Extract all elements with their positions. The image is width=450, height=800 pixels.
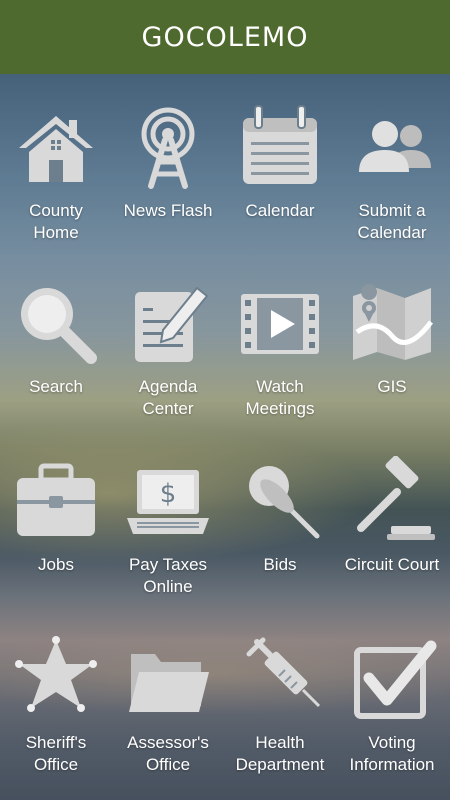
tile-label: Submit a Calendar [357, 201, 427, 242]
magnifier-icon [11, 278, 101, 368]
tile-county-home[interactable]: County Home [0, 74, 112, 250]
users-icon [347, 102, 437, 192]
tile-label: County Home [29, 201, 83, 242]
tile-jobs[interactable]: Jobs [0, 428, 112, 604]
checkbox-icon [347, 634, 437, 724]
folder-icon [123, 634, 213, 724]
app-title: GOCOLEMO [141, 21, 309, 53]
tile-label: Bids [263, 555, 297, 574]
tile-gis[interactable]: GIS [336, 250, 448, 426]
tile-label: News Flash [123, 201, 213, 220]
house-icon [11, 102, 101, 192]
svg-text:$: $ [160, 479, 177, 509]
tile-search[interactable]: Search [0, 250, 112, 426]
tile-circuit-court[interactable]: Circuit Court [336, 428, 448, 604]
pushpin-icon [235, 456, 325, 546]
tile-sheriffs-office[interactable]: Sheriff's Office [0, 606, 112, 782]
tile-label: Assessor's Office [127, 733, 209, 774]
tile-label: Pay Taxes Online [128, 555, 208, 596]
tile-label: Circuit Court [344, 555, 440, 574]
map-icon [347, 278, 437, 368]
broadcast-tower-icon [123, 102, 213, 192]
tile-watch-meetings[interactable]: Watch Meetings [224, 250, 336, 426]
tile-label: Health Department [235, 733, 325, 774]
tile-label: Jobs [38, 555, 74, 574]
tile-label: Agenda Center [138, 377, 198, 418]
tile-label: Watch Meetings [245, 377, 315, 418]
tile-pay-taxes[interactable]: $ Pay Taxes Online [112, 428, 224, 604]
tile-assessors-office[interactable]: Assessor's Office [112, 606, 224, 782]
tile-agenda-center[interactable]: Agenda Center [112, 250, 224, 426]
gavel-icon [347, 456, 437, 546]
tile-label: Sheriff's Office [25, 733, 87, 774]
tile-label: Voting Information [349, 733, 435, 774]
tile-health-department[interactable]: Health Department [224, 606, 336, 782]
video-film-icon [235, 278, 325, 368]
app-header: GOCOLEMO [0, 0, 450, 74]
tile-label: GIS [377, 377, 407, 396]
tile-calendar[interactable]: Calendar [224, 74, 336, 250]
tile-label: Calendar [245, 201, 315, 220]
laptop-dollar-icon: $ [123, 456, 213, 546]
syringe-icon [235, 634, 325, 724]
tile-voting-information[interactable]: Voting Information [336, 606, 448, 782]
sheriff-star-icon [11, 634, 101, 724]
tile-news-flash[interactable]: News Flash [112, 74, 224, 250]
tile-label: Search [29, 377, 83, 396]
icon-grid: County Home News Flash Calendar Submit a… [0, 74, 450, 800]
briefcase-icon [11, 456, 101, 546]
tile-bids[interactable]: Bids [224, 428, 336, 604]
agenda-edit-icon [123, 278, 213, 368]
calendar-icon [235, 102, 325, 192]
tile-submit-calendar[interactable]: Submit a Calendar [336, 74, 448, 250]
